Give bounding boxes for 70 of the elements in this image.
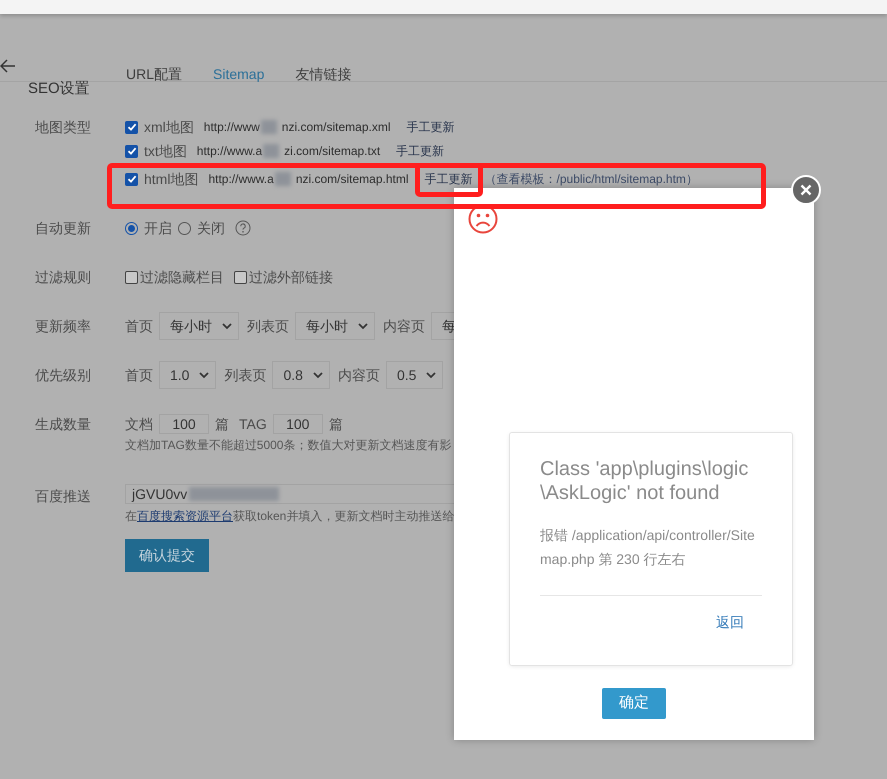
field-label: TAG [239,414,267,434]
select-label: 列表页 [247,316,289,336]
option-label: txt地图 [144,142,187,160]
option-label: 过滤外部链接 [249,268,333,286]
error-message: 报错 /application/api/controller/Sitemap.php 第 230 行左右 [540,526,756,569]
field-label: 文档 [125,414,153,434]
redacted-area [274,172,291,186]
template-note: （查看模板：/public/html/sitemap.htm） [484,171,698,188]
field-label: 生成数量 [34,415,92,434]
help-icon[interactable] [235,220,251,236]
field-label: 自动更新 [34,219,92,238]
field-label: 优先级别 [34,366,92,385]
url-text: http://www.a [208,171,274,188]
tab[interactable]: URL配置 [126,64,182,85]
checkbox[interactable] [125,120,138,134]
chevron-icon [358,322,368,330]
tab[interactable]: 友情链接 [295,64,352,85]
url-text: nzi.com/sitemap.html [296,171,409,188]
option-label: xml地图 [144,118,194,136]
number-field[interactable]: 100 [272,414,323,434]
back-link[interactable]: 返回 [716,612,744,633]
radio-button[interactable] [178,222,191,234]
select-field[interactable]: 0.8 [272,361,330,389]
chevron-icon [426,372,436,378]
option-label: 关闭 [197,218,225,238]
redacted-area [260,120,277,134]
close-button[interactable] [791,175,821,205]
url-text: zi.com/sitemap.txt [284,143,380,160]
checkbox[interactable] [125,172,138,186]
field-label: 过滤规则 [34,268,92,287]
chevron-icon [199,372,210,378]
chevron-icon [222,322,232,330]
select-label: 列表页 [224,366,266,384]
radio-button[interactable] [125,222,138,234]
close-icon [800,184,812,196]
select-field[interactable]: 1.0 [159,361,216,389]
unit-label: 篇 [328,414,343,434]
redacted-area [263,144,280,158]
update-link[interactable]: 手工更新 [396,142,444,160]
option-label: 开启 [144,218,172,238]
field-label: 更新频率 [34,317,92,336]
back-icon[interactable] [0,59,16,73]
field-label: 地图类型 [34,118,92,137]
option-label: 过滤隐藏栏目 [140,268,224,286]
select-label: 首页 [125,316,153,336]
help-text: 文档加TAG数量不能超过5000条；数值大对更新文档速度有影 [125,437,452,454]
chevron-icon [312,372,323,378]
select-field[interactable]: 每小时 [295,312,375,340]
select-label: 内容页 [338,366,380,384]
option-label: html地图 [144,170,198,188]
field-label: 百度推送 [34,487,92,506]
submit-button[interactable]: 确认提交 [125,539,209,572]
select-label: 首页 [125,366,153,384]
select-field[interactable]: 0.5 [386,361,444,389]
url-text: http://www.a [196,143,262,160]
error-title: Class 'app\plugins\logic\AskLogic' not found [540,457,750,505]
page-title: SEO设置 [28,79,90,99]
checkbox[interactable] [125,144,138,158]
checkbox[interactable] [234,270,247,284]
confirm-button[interactable]: 确定 [602,688,666,719]
help-link[interactable]: 百度搜索资源平台 [137,509,233,523]
update-link[interactable]: 手工更新 [424,170,473,188]
url-text: http://www [204,119,260,136]
url-text: nzi.com/sitemap.xml [282,119,390,136]
select-label: 内容页 [383,316,425,336]
select-field[interactable]: 每小时 [159,312,239,340]
number-field[interactable]: 100 [159,414,209,434]
update-link[interactable]: 手工更新 [406,118,454,136]
unit-label: 篇 [215,414,229,434]
checkbox[interactable] [125,270,138,284]
